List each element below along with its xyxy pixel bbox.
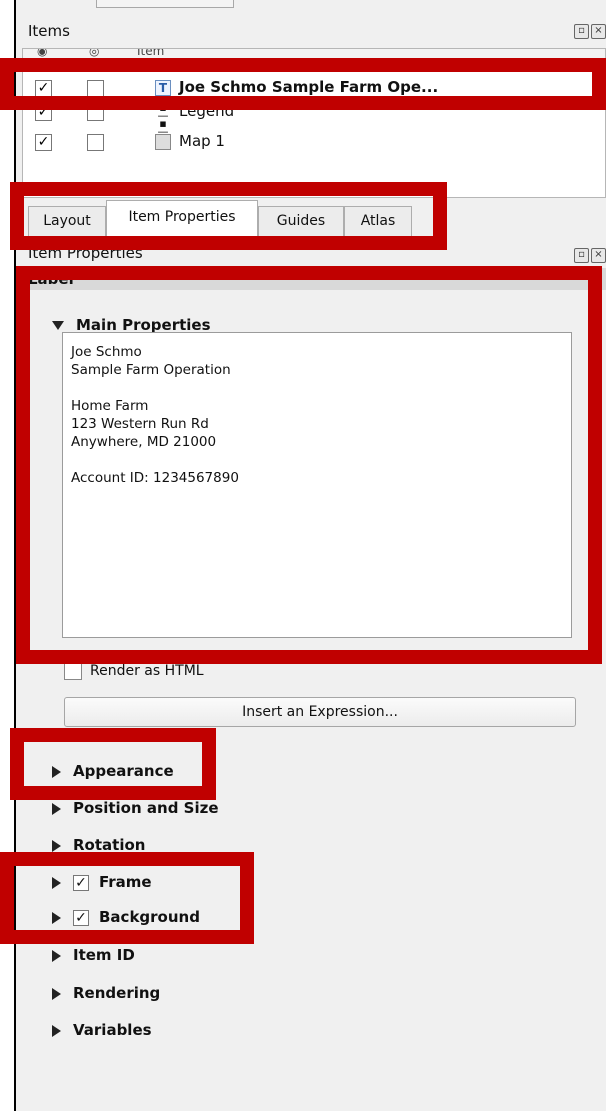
- float-icon[interactable]: ▫: [574, 248, 589, 263]
- render-as-html-label: Render as HTML: [90, 663, 204, 679]
- expand-arrow-icon: [52, 949, 61, 962]
- visibility-checkbox[interactable]: ✓: [35, 134, 52, 151]
- close-icon[interactable]: ×: [591, 248, 606, 263]
- section-variables[interactable]: Variables: [52, 1021, 152, 1039]
- tree-row-map[interactable]: ✓ Map 1: [23, 131, 605, 155]
- expand-arrow-icon: [52, 802, 61, 815]
- section-item-id-title: Item ID: [73, 946, 135, 964]
- section-variables-title: Variables: [73, 1021, 152, 1039]
- visibility-header-icon: ◉: [37, 49, 48, 58]
- section-position-title: Position and Size: [73, 799, 219, 817]
- tree-row-map-text: Map 1: [179, 132, 225, 150]
- float-icon[interactable]: ▫: [574, 24, 589, 39]
- section-rendering-title: Rendering: [73, 984, 161, 1002]
- render-as-html-option[interactable]: Render as HTML: [64, 662, 204, 680]
- lock-header-icon: ◎: [89, 49, 100, 58]
- render-as-html-checkbox[interactable]: [64, 662, 82, 680]
- items-dock-buttons: ▫ ×: [574, 24, 606, 39]
- section-rendering[interactable]: Rendering: [52, 984, 160, 1002]
- section-position-and-size[interactable]: Position and Size: [52, 799, 219, 817]
- insert-expression-button[interactable]: Insert an Expression...: [64, 697, 576, 727]
- close-icon[interactable]: ×: [591, 24, 606, 39]
- highlight-selected-item: [0, 58, 606, 110]
- highlight-appearance: [10, 728, 216, 800]
- properties-dock-buttons: ▫ ×: [574, 248, 606, 263]
- highlight-tabs: [10, 182, 447, 250]
- item-column-header: Item: [137, 49, 165, 58]
- map-icon: [155, 134, 171, 150]
- section-item-id[interactable]: Item ID: [52, 946, 135, 964]
- left-edge: [0, 0, 16, 1111]
- lock-checkbox[interactable]: [87, 134, 104, 151]
- highlight-frame-background: [0, 852, 254, 944]
- highlight-main-properties: [16, 266, 602, 664]
- layout-designer-panel: Items ▫ × ◉ ◎ Item ✓ T Joe Schmo Sample …: [0, 0, 606, 1111]
- expand-arrow-icon: [52, 1024, 61, 1037]
- expand-arrow-icon: [52, 839, 61, 852]
- expand-arrow-icon: [52, 987, 61, 1000]
- items-dock-title: Items: [28, 22, 70, 40]
